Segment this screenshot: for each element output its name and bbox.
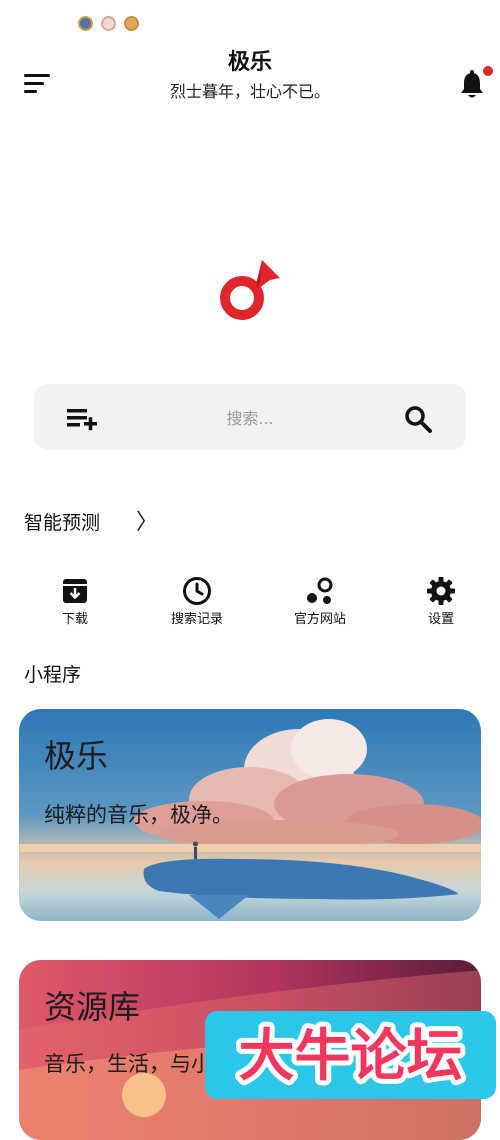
download-icon [63, 579, 87, 603]
chevron-right-icon[interactable]: 〉 [136, 504, 158, 536]
bell-icon[interactable] [458, 70, 486, 100]
mini-program-card[interactable]: 极乐 纯粹的音乐，极净。 [19, 709, 481, 921]
mini-programs-title: 小程序 [24, 664, 82, 686]
search-history-label: 搜索记录 [170, 612, 223, 627]
search-history-button[interactable]: 搜索记录 [152, 576, 242, 627]
card-subtitle: 音乐，生活，与小 [44, 1052, 212, 1076]
search-input[interactable]: 搜索... [150, 405, 350, 429]
clock-icon [183, 577, 211, 605]
app-notification-icon [124, 16, 139, 31]
notification-badge [483, 66, 493, 76]
download-button[interactable]: 下载 [30, 576, 120, 627]
card-subtitle: 纯粹的音乐，极净。 [44, 803, 233, 827]
add-playlist-icon[interactable] [64, 405, 98, 433]
page-subtitle: 烈士暮年，壮心不已。 [169, 82, 330, 101]
card-title: 资源库 [44, 988, 141, 1026]
music-note-logo-icon [220, 260, 280, 320]
download-label: 下载 [61, 612, 88, 627]
settings-button[interactable]: 设置 [396, 576, 486, 627]
app-notification-icon [101, 16, 116, 31]
smart-prediction-label[interactable]: 智能预测 [24, 508, 100, 535]
bubbles-icon [307, 577, 333, 604]
status-bar-icons [78, 16, 139, 31]
search-icon[interactable] [403, 404, 433, 434]
settings-label: 设置 [427, 612, 454, 627]
official-website-button[interactable]: 官方网站 [275, 576, 365, 627]
app-notification-icon [78, 16, 93, 31]
official-website-label: 官方网站 [293, 612, 346, 627]
svg-text:大牛论坛: 大牛论坛 [239, 1024, 463, 1089]
page-title: 极乐 [227, 50, 272, 75]
gear-icon [427, 577, 455, 605]
card-title: 极乐 [44, 737, 109, 775]
forum-watermark-logo: 大牛论坛 大牛论坛 [205, 1011, 496, 1099]
